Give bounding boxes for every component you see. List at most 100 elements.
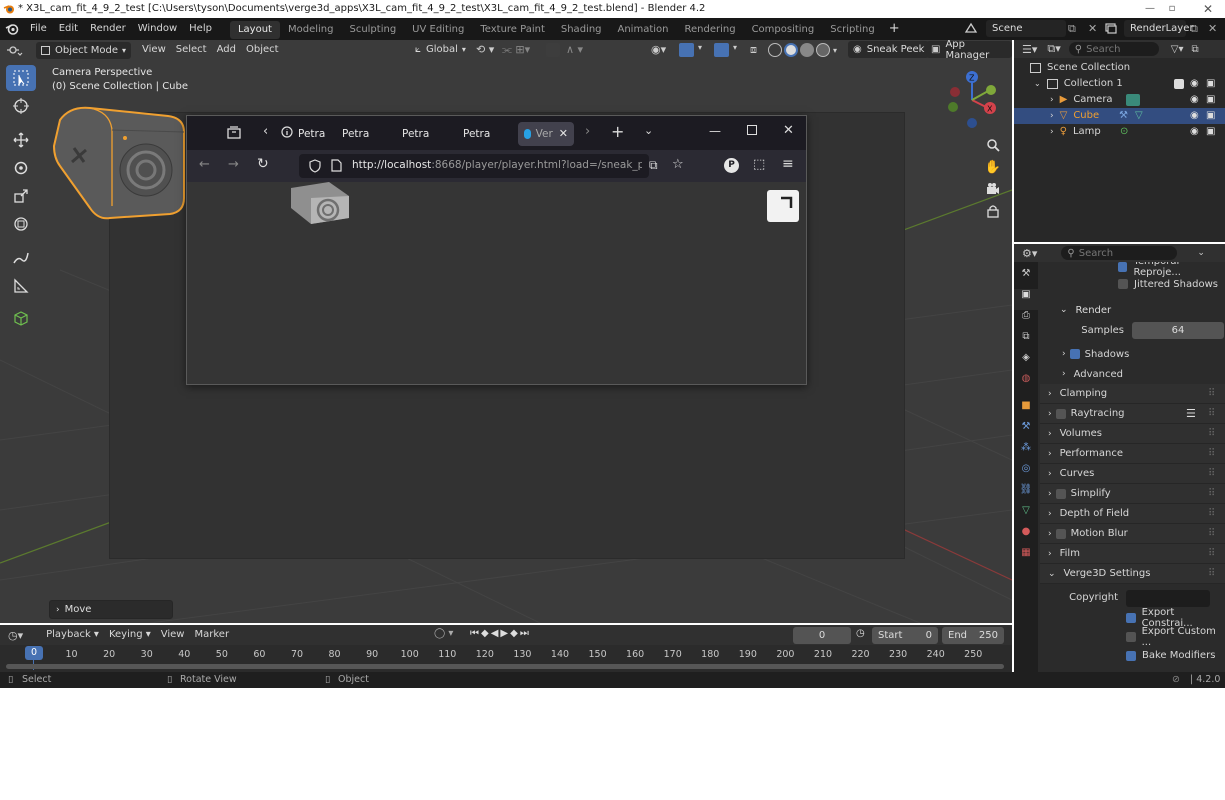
tool-tab-icon[interactable]: ⚒	[1014, 268, 1038, 289]
jittered-shadows-checkbox[interactable]	[1118, 279, 1128, 289]
browser-minimize-icon[interactable]: —	[709, 124, 721, 138]
chevron-down-icon[interactable]: ▾	[733, 43, 737, 52]
panel-depth-of-field[interactable]: › Depth of Field ⠿	[1040, 504, 1225, 524]
bake-modifiers-row[interactable]: Bake Modifiers	[1040, 646, 1225, 665]
app-manager-button[interactable]: ▣ App Manager	[926, 40, 1012, 61]
world-tab-icon[interactable]: ◍	[1014, 373, 1038, 394]
outliner-scene-collection[interactable]: Scene Collection	[1014, 60, 1225, 76]
panel-curves[interactable]: › Curves ⠿	[1040, 464, 1225, 484]
annotate-tool-icon[interactable]	[6, 245, 36, 271]
gizmo-toggle-icon[interactable]	[679, 43, 694, 57]
new-view-layer-icon[interactable]: ⧉	[1190, 22, 1198, 36]
outliner-collection-1[interactable]: ⌄ Collection 1 ◉ ▣	[1014, 76, 1225, 92]
browser-maximize-icon[interactable]	[747, 125, 757, 135]
browser-tab-1[interactable]: Petra	[298, 122, 325, 146]
render-subpanel[interactable]: ⌄ Render	[1040, 300, 1225, 320]
tab-rendering[interactable]: Rendering	[676, 21, 743, 39]
outliner-search-input[interactable]: ⚲ Search	[1068, 42, 1159, 56]
drag-handle-icon[interactable]: ⠿	[1208, 384, 1215, 404]
view-layer-tab-icon[interactable]: ⧉	[1014, 331, 1038, 352]
motion-blur-checkbox[interactable]	[1055, 528, 1066, 539]
render-camera-icon[interactable]: ▣	[1206, 124, 1215, 140]
vp-menu-add[interactable]: Add	[212, 40, 241, 60]
tab-compositing[interactable]: Compositing	[744, 21, 823, 39]
tab-texture-paint[interactable]: Texture Paint	[472, 21, 553, 39]
add-cube-tool-icon[interactable]	[6, 305, 36, 331]
proportional-edit-icon[interactable]	[546, 43, 560, 57]
drag-handle-icon[interactable]: ⠿	[1208, 564, 1215, 584]
playhead[interactable]: 0	[25, 646, 43, 660]
temporal-reprojection-row[interactable]: Temporal Reproje...	[1040, 262, 1225, 278]
scene-tab-icon[interactable]: ◈	[1014, 352, 1038, 373]
verge3d-player-canvas[interactable]	[187, 182, 806, 384]
menu-file[interactable]: File	[24, 18, 53, 40]
scroll-tabs-right-icon[interactable]: ›	[585, 124, 590, 139]
url-bar[interactable]: http://localhost:8668/player/player.html…	[299, 154, 649, 178]
minimize-icon[interactable]: —	[1140, 0, 1160, 18]
object-tab-icon[interactable]: ■	[1014, 400, 1038, 421]
menu-edit[interactable]: Edit	[53, 18, 84, 40]
hamburger-menu-icon[interactable]: ≡	[782, 156, 794, 172]
tab-overview-icon[interactable]	[227, 125, 241, 139]
eye-icon[interactable]: ◉	[1190, 76, 1199, 92]
chevron-right-icon[interactable]: ›	[1050, 108, 1054, 124]
drag-handle-icon[interactable]: ⠿	[1208, 444, 1215, 464]
tab-sculpting[interactable]: Sculpting	[341, 21, 404, 39]
new-tab-icon[interactable]: +	[611, 122, 624, 141]
export-custom-checkbox[interactable]	[1126, 631, 1136, 642]
eye-icon[interactable]: ◉	[1190, 108, 1199, 124]
camera-view-icon[interactable]	[982, 178, 1004, 200]
view-layer-icon[interactable]	[1104, 21, 1118, 35]
drag-handle-icon[interactable]: ⠿	[1208, 484, 1215, 504]
scene-icon[interactable]	[964, 21, 978, 35]
properties-search-input[interactable]: ⚲ Search	[1061, 246, 1178, 260]
tab-layout[interactable]: Layout	[229, 21, 280, 39]
raytracing-checkbox[interactable]	[1055, 408, 1066, 419]
panel-verge3d-settings[interactable]: ⌄ Verge3D Settings ⠿	[1040, 564, 1225, 584]
panel-motion-blur[interactable]: › Motion Blur ⠿	[1040, 524, 1225, 544]
move-tool-icon[interactable]	[6, 127, 36, 153]
new-collection-icon[interactable]: ⧉	[1192, 44, 1199, 55]
cursor-tool-icon[interactable]	[6, 93, 36, 119]
menu-help[interactable]: Help	[183, 18, 218, 40]
display-mode-icon[interactable]: ⧉▾	[1047, 42, 1060, 56]
fullscreen-button[interactable]	[767, 190, 799, 222]
drag-handle-icon[interactable]: ⠿	[1208, 424, 1215, 444]
chevron-right-icon[interactable]: ›	[1050, 124, 1054, 140]
solid-shading-icon[interactable]	[784, 43, 798, 57]
scene-name-field[interactable]: Scene	[986, 20, 1066, 37]
panel-simplify[interactable]: › Simplify ⠿	[1040, 484, 1225, 504]
panel-film[interactable]: › Film ⠿	[1040, 544, 1225, 564]
navigation-gizmo[interactable]: Z X	[940, 68, 1004, 132]
blender-menu-icon[interactable]	[0, 22, 24, 36]
outliner-object-cube[interactable]: › ▽ Cube ⚒ ▽ ◉ ▣	[1014, 108, 1225, 124]
physics-tab-icon[interactable]: ◎	[1014, 463, 1038, 484]
close-icon[interactable]: ✕	[1198, 0, 1218, 18]
measure-tool-icon[interactable]	[6, 273, 36, 299]
outliner-editor-icon[interactable]: ☰▾	[1022, 43, 1037, 56]
outliner-object-lamp[interactable]: › ♀ Lamp ⊙ ◉ ▣	[1014, 124, 1225, 140]
render-tab-icon[interactable]: ▣	[1014, 289, 1038, 310]
drag-handle-icon[interactable]: ⠿	[1208, 524, 1215, 544]
filter-icon[interactable]: ▽▾	[1171, 44, 1184, 55]
chevron-down-icon[interactable]: ▾	[833, 46, 837, 55]
shield-icon[interactable]	[309, 159, 321, 173]
cube-object[interactable]	[50, 102, 190, 222]
samples-field[interactable]: 64	[1132, 322, 1224, 339]
panel-clamping[interactable]: › Clamping ⠿	[1040, 384, 1225, 404]
select-box-tool-icon[interactable]	[6, 65, 36, 91]
browser-window[interactable]: ‹ Petra Petra Petra Petra Ver ✕ › + ⌄ — …	[186, 115, 807, 385]
add-workspace-icon[interactable]: +	[883, 18, 906, 40]
visibility-icon[interactable]: ◉▾	[651, 43, 666, 56]
back-icon[interactable]: ←	[199, 157, 210, 172]
vp-menu-object[interactable]: Object	[241, 40, 284, 60]
tab-uv-editing[interactable]: UV Editing	[404, 21, 472, 39]
vp-menu-select[interactable]: Select	[171, 40, 212, 60]
view-layer-field[interactable]: RenderLayer	[1124, 20, 1193, 37]
data-tab-icon[interactable]: ▽	[1014, 505, 1038, 526]
pivot-icon[interactable]: ⟲ ▾	[476, 43, 494, 56]
jittered-shadows-row[interactable]: Jittered Shadows	[1040, 276, 1225, 292]
tab-scripting[interactable]: Scripting	[822, 21, 882, 39]
properties-editor-icon[interactable]: ⚙▾	[1022, 247, 1037, 260]
drag-handle-icon[interactable]: ⠿	[1208, 504, 1215, 524]
